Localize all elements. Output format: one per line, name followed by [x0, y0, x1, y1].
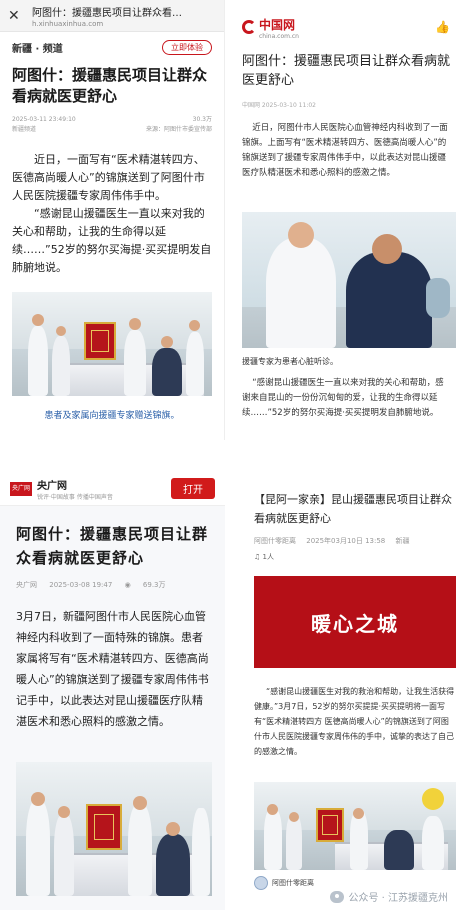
article-paragraph: “感谢昆山援疆医生一直以来对我的关心和帮助，让我的生命得以延续……”52岁的努尔…: [12, 207, 212, 274]
site-logo-text: 中国网: [259, 18, 296, 32]
page-title: 阿图什：援疆惠民项目让群众看病...: [32, 7, 182, 19]
article-meta: 阿图什零距离 2025年03月10日 13:58 新疆: [232, 528, 460, 546]
headphones-icon: ♫: [254, 553, 263, 561]
article-region: 新疆: [395, 537, 410, 545]
watermark-text: 公众号 · 江苏援疆克州: [348, 893, 448, 904]
china-com-logo-icon: [242, 20, 256, 34]
article-photo: [12, 292, 212, 396]
article-paragraph: 近日，一面写有“医术精湛转四方、医德高尚暖人心”的锦旗送到了阿图什市人民医院援疆…: [12, 153, 205, 202]
page-title-box: 阿图什：援疆惠民项目让群众看病... h.xinhuaxinhua.com: [32, 4, 216, 28]
article-headline: 【昆阿一家亲】昆山援疆惠民项目让群众看病就医更舒心: [254, 493, 452, 525]
footer-account-name: 阿图什零距离: [272, 879, 314, 887]
listen-count-text: 1人: [262, 553, 274, 561]
wechat-article-screenshot: 【昆阿一家亲】昆山援疆惠民项目让群众看病就医更舒心 阿图什零距离 2025年03…: [232, 472, 460, 910]
watermark: 公众号 · 江苏援疆克州: [330, 889, 448, 904]
page-url: h.xinhuaxinhua.com: [32, 19, 104, 28]
photo-caption: 援疆专家为患者心脏听诊。: [242, 357, 338, 366]
close-icon[interactable]: ✕: [8, 8, 24, 24]
article-views: 30.3万: [192, 116, 212, 123]
face-blur: [422, 788, 444, 810]
title-banner-text: 暖心之城: [311, 611, 399, 636]
app-banner: 央广网 央广网 锐评·中国故事 传播中国声音 打开: [0, 472, 225, 506]
article-meta: 中国网 2025-03-10 11:02: [242, 102, 316, 109]
article-paragraph: “感谢昆山援疆医生一直以来对我的关心和帮助，感谢来自昆山的一份份沉甸甸的爱，让我…: [242, 378, 444, 418]
article-editor: 新疆频道: [12, 126, 37, 133]
open-app-button[interactable]: 打开: [171, 478, 215, 499]
article-headline: 阿图什：援疆惠民项目让群众看病就医更舒心: [242, 54, 451, 88]
article-source: 来源：阿图什市委宣传部: [145, 126, 212, 133]
article-photo: [254, 782, 456, 870]
article-photo: [16, 762, 212, 896]
listen-count: ♫ 1人: [232, 546, 460, 562]
article-paragraph: “感谢昆山援疆医生对我的救治和帮助，让我生活获得健康。”3月7日，52岁的努尔买…: [254, 687, 455, 756]
article-headline: 阿图什：援疆惠民项目让群众看病就医更舒心: [16, 525, 209, 567]
app-name: 央广网: [37, 480, 67, 492]
open-app-button[interactable]: 立即体验: [162, 40, 212, 55]
article-meta: 2025-03-11 23:49:10 30.3万 新疆频道 来源：阿图什市委宣…: [0, 107, 224, 135]
article-photo: [242, 212, 456, 348]
article-date: 2025-03-11 23:49:10: [12, 116, 76, 123]
article-views: 69.3万: [142, 581, 166, 589]
site-header: 中国网 china.com.cn 👍: [232, 0, 460, 40]
app-brand: 央广网 央广网 锐评·中国故事 传播中国声音: [10, 477, 113, 501]
article-paragraph: 近日，阿图什市人民医院心血管神经内科收到了一面锦旗。上面写有“医术精湛转四方、医…: [242, 123, 448, 178]
article-source: 央广网: [16, 581, 37, 589]
app-tagline: 锐评·中国故事 传播中国声音: [37, 493, 113, 501]
site-logo[interactable]: 中国网 china.com.cn: [242, 14, 299, 40]
chinacom-article-screenshot: 中国网 china.com.cn 👍 阿图什：援疆惠民项目让群众看病就医更舒心 …: [232, 0, 460, 470]
avatar: [254, 876, 268, 890]
browser-title-bar: ✕ 阿图什：援疆惠民项目让群众看病... h.xinhuaxinhua.com: [0, 0, 224, 32]
thumbs-up-icon[interactable]: 👍: [435, 20, 450, 34]
channel-bar: 新疆 · 频道 立即体验: [0, 32, 224, 61]
site-logo-subtext: china.com.cn: [259, 33, 299, 40]
xinhua-article-screenshot: ✕ 阿图什：援疆惠民项目让群众看病... h.xinhuaxinhua.com …: [0, 0, 225, 440]
cnr-article-screenshot: 央广网 央广网 锐评·中国故事 传播中国声音 打开 阿图什：援疆惠民项目让群众看…: [0, 472, 225, 910]
article-headline: 阿图什：援疆惠民项目让群众看病就医更舒心: [12, 66, 208, 105]
title-banner: 暖心之城: [254, 576, 456, 668]
article-meta: 央广网 2025-03-08 19:47 ◉ 69.3万: [0, 570, 225, 590]
channel-name: 新疆 · 频道: [12, 44, 63, 55]
article-date: 2025年03月10日 13:58: [306, 537, 386, 545]
account-name[interactable]: 阿图什零距离: [254, 537, 296, 545]
eye-icon: ◉: [124, 581, 131, 589]
cnr-logo-icon: 央广网: [10, 481, 32, 496]
wechat-icon: [330, 890, 345, 903]
footer-account[interactable]: 阿图什零距离: [254, 876, 314, 890]
photo-caption: 患者及家属向援疆专家赠送锦旗。: [44, 411, 180, 421]
article-paragraph: 3月7日，新疆阿图什市人民医院心血管神经内科收到了一面特殊的锦旗。患者家属将写有…: [16, 610, 209, 728]
article-date: 2025-03-08 19:47: [49, 581, 113, 589]
